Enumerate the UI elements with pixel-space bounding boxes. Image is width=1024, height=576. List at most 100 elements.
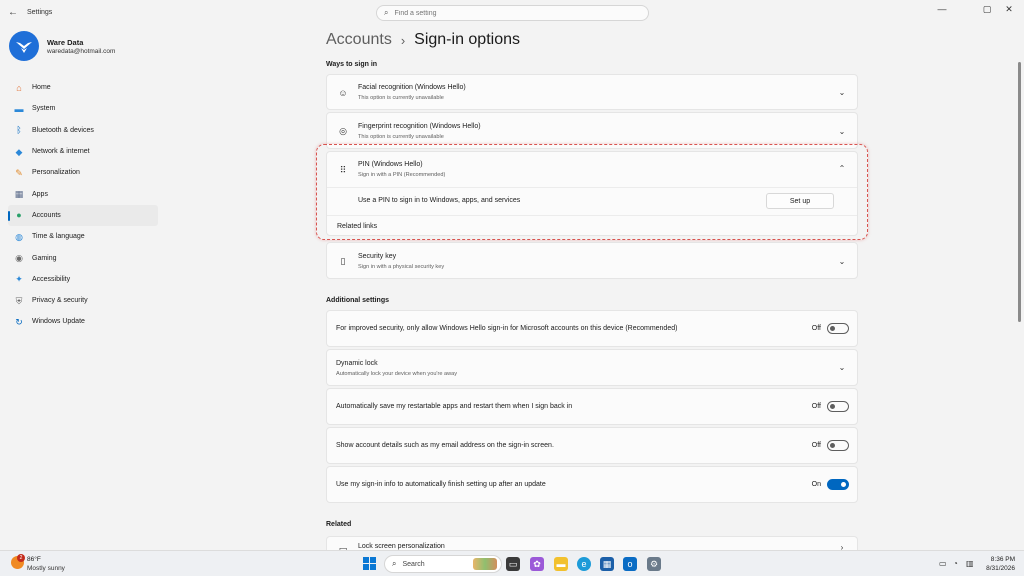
sidebar-item-bluetooth-devices[interactable]: ᛒ Bluetooth & devices bbox=[8, 120, 158, 141]
sidebar-item-gaming[interactable]: ◉ Gaming bbox=[8, 247, 158, 268]
signin-info-state: On bbox=[811, 481, 821, 488]
globe-icon: ◍ bbox=[15, 231, 23, 242]
chevron-down-icon[interactable]: ⌄ bbox=[836, 127, 848, 136]
usb-key-icon: ▯ bbox=[340, 256, 346, 266]
restart-apps-state: Off bbox=[811, 403, 821, 410]
chevron-right-icon[interactable]: › bbox=[836, 543, 848, 550]
title-bar: ← Settings ⌕ — ▢ ✕ bbox=[0, 0, 1024, 26]
related-links-label: Related links bbox=[337, 223, 378, 230]
app-title: Settings bbox=[27, 9, 53, 16]
search-icon: ⌕ bbox=[392, 559, 397, 568]
page-title: Sign-in options bbox=[414, 31, 520, 48]
copilot-icon[interactable]: ✿ bbox=[530, 557, 544, 571]
breadcrumb: Accounts › Sign-in options bbox=[326, 31, 520, 49]
additional-settings-heading: Additional settings bbox=[326, 297, 389, 304]
sidebar-item-home[interactable]: ⌂ Home bbox=[8, 77, 158, 98]
chevron-up-icon[interactable]: ⌃ bbox=[836, 164, 848, 173]
weather-temperature[interactable]: 86°F bbox=[27, 556, 41, 563]
signin-info-setting: Use my sign-in info to automatically fin… bbox=[326, 466, 858, 503]
restart-apps-toggle[interactable] bbox=[827, 401, 849, 412]
pin-card-header[interactable]: ⠿ PIN (Windows Hello) Sign in with a PIN… bbox=[327, 152, 857, 186]
restart-apps-text: Automatically save my restartable apps a… bbox=[336, 403, 573, 410]
hello-only-setting: For improved security, only allow Window… bbox=[326, 310, 858, 347]
sidebar-item-label: Accessibility bbox=[32, 275, 71, 283]
sidebar-item-personalization[interactable]: ✎ Personalization bbox=[8, 162, 158, 183]
sidebar-item-network-internet[interactable]: ◆ Network & internet bbox=[8, 141, 158, 162]
pin-card: ⠿ PIN (Windows Hello) Sign in with a PIN… bbox=[326, 151, 858, 236]
maximize-button[interactable]: ▢ bbox=[978, 4, 996, 15]
sidebar-item-system[interactable]: ▬ System bbox=[8, 98, 158, 119]
facial-recognition-subtitle: This option is currently unavailable bbox=[358, 95, 444, 101]
scrollbar[interactable] bbox=[1018, 62, 1021, 322]
sidebar-item-label: Network & internet bbox=[32, 148, 90, 156]
keypad-icon: ⠿ bbox=[339, 165, 347, 175]
signin-info-toggle[interactable] bbox=[827, 479, 849, 490]
sidebar-item-label: Personalization bbox=[32, 169, 80, 177]
sidebar-item-accessibility[interactable]: ✦ Accessibility bbox=[8, 269, 158, 290]
divider bbox=[327, 215, 857, 216]
edge-icon[interactable]: e bbox=[577, 557, 591, 571]
sidebar-item-accounts[interactable]: ● Accounts bbox=[8, 204, 158, 227]
sidebar-item-label: System bbox=[32, 105, 56, 113]
close-button[interactable]: ✕ bbox=[1000, 4, 1018, 15]
lock-screen-card[interactable]: ▭ Lock screen personalization › bbox=[326, 536, 858, 550]
account-details-text: Show account details such as my email ad… bbox=[336, 442, 554, 449]
sidebar-item-privacy-security[interactable]: ⛨ Privacy & security bbox=[8, 290, 158, 311]
account-details-state: Off bbox=[811, 442, 821, 449]
sidebar-item-time-language[interactable]: ◍ Time & language bbox=[8, 226, 158, 247]
settings-search-box[interactable]: ⌕ bbox=[376, 5, 649, 21]
store-icon[interactable]: ▦ bbox=[600, 557, 614, 571]
ways-to-sign-in-heading: Ways to sign in bbox=[326, 61, 378, 68]
facial-recognition-card[interactable]: ☺ Facial recognition (Windows Hello) Thi… bbox=[326, 74, 858, 110]
monitor-icon: ▬ bbox=[14, 103, 24, 114]
clock-time[interactable]: 8:36 PM bbox=[991, 556, 1015, 563]
user-email: waredata@hotmail.com bbox=[47, 48, 116, 55]
tray-window-icon[interactable]: ▭ bbox=[939, 559, 947, 568]
start-button[interactable] bbox=[363, 557, 376, 570]
breadcrumb-accounts-link[interactable]: Accounts bbox=[326, 31, 392, 49]
sidebar-item-label: Gaming bbox=[32, 254, 57, 262]
gamepad-icon: ◉ bbox=[15, 253, 23, 264]
sidebar-item-windows-update[interactable]: ↻ Windows Update bbox=[8, 311, 158, 332]
fingerprint-recognition-card[interactable]: ◎ Fingerprint recognition (Windows Hello… bbox=[326, 112, 858, 149]
bird-logo-icon bbox=[16, 42, 32, 53]
sidebar-item-label: Accounts bbox=[32, 211, 61, 219]
tray-wifi-icon[interactable]: ◔ bbox=[953, 559, 958, 568]
breadcrumb-separator: › bbox=[400, 32, 406, 48]
account-details-setting: Show account details such as my email ad… bbox=[326, 427, 858, 464]
chevron-down-icon[interactable]: ⌄ bbox=[836, 257, 848, 266]
apps-icon: ▦ bbox=[14, 189, 24, 200]
hello-only-text: For improved security, only allow Window… bbox=[336, 325, 678, 332]
settings-search-input[interactable] bbox=[394, 9, 615, 17]
lock-screen-title: Lock screen personalization bbox=[358, 543, 445, 550]
dynamic-lock-title: Dynamic lock bbox=[336, 360, 378, 367]
divider bbox=[327, 187, 857, 188]
user-name: Ware Data bbox=[47, 38, 84, 47]
security-key-card[interactable]: ▯ Security key Sign in with a physical s… bbox=[326, 242, 858, 279]
minimize-button[interactable]: — bbox=[933, 4, 951, 14]
sidebar-item-label: Privacy & security bbox=[32, 297, 88, 305]
sidebar-item-apps[interactable]: ▦ Apps bbox=[8, 183, 158, 204]
task-view-icon[interactable]: ▭ bbox=[506, 557, 520, 571]
back-arrow-icon[interactable]: ← bbox=[6, 6, 20, 20]
pin-title: PIN (Windows Hello) bbox=[358, 161, 423, 168]
hello-only-toggle[interactable] bbox=[827, 323, 849, 334]
dynamic-lock-card[interactable]: Dynamic lock Automatically lock your dev… bbox=[326, 349, 858, 386]
settings-app-icon[interactable]: ⚙ bbox=[647, 557, 661, 571]
outlook-icon[interactable]: o bbox=[623, 557, 637, 571]
fingerprint-title: Fingerprint recognition (Windows Hello) bbox=[358, 123, 481, 130]
file-explorer-icon[interactable]: ▬ bbox=[554, 557, 568, 571]
clock-date[interactable]: 8/31/2026 bbox=[986, 565, 1015, 572]
pin-setup-button[interactable]: Set up bbox=[766, 193, 834, 209]
signin-info-text: Use my sign-in info to automatically fin… bbox=[336, 481, 546, 488]
avatar[interactable] bbox=[9, 31, 39, 61]
person-icon: ● bbox=[16, 210, 22, 221]
tray-network-icon[interactable]: ▥ bbox=[966, 559, 974, 568]
security-key-title: Security key bbox=[358, 253, 397, 260]
taskbar-search-label: Search bbox=[402, 560, 425, 568]
account-details-toggle[interactable] bbox=[827, 440, 849, 451]
weather-description[interactable]: Mostly sunny bbox=[27, 565, 65, 572]
chevron-down-icon[interactable]: ⌄ bbox=[836, 88, 848, 97]
taskbar-search[interactable]: ⌕ Search bbox=[384, 555, 502, 573]
chevron-down-icon[interactable]: ⌄ bbox=[836, 363, 848, 372]
